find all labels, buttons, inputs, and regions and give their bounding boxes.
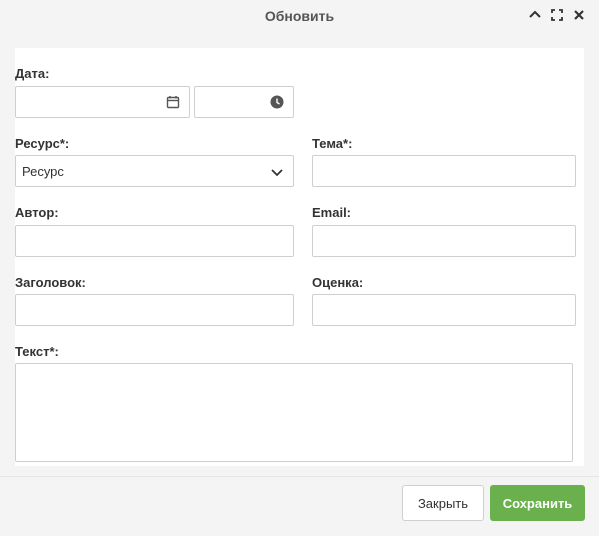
date-label: Дата: xyxy=(15,66,50,81)
resource-select[interactable]: Ресурс xyxy=(15,155,294,187)
update-dialog: Обновить Дата: Ресурс*: Ресурс Тема*: Ав… xyxy=(0,0,599,536)
email-label: Email: xyxy=(312,205,352,220)
author-label: Автор: xyxy=(15,205,59,220)
calendar-icon[interactable] xyxy=(165,94,181,110)
text-label: Текст*: xyxy=(15,344,59,359)
chevron-up-icon[interactable] xyxy=(527,7,543,23)
save-button[interactable]: Сохранить xyxy=(490,485,585,521)
email-input[interactable] xyxy=(312,225,576,257)
dialog-body: Дата: Ресурс*: Ресурс Тема*: Автор: Emai… xyxy=(15,48,584,466)
rating-label: Оценка: xyxy=(312,275,364,290)
date-input[interactable] xyxy=(15,86,190,118)
rating-input[interactable] xyxy=(312,294,576,326)
author-input[interactable] xyxy=(15,225,294,257)
close-button[interactable]: Закрыть xyxy=(402,485,484,521)
titlebar-controls xyxy=(527,7,587,23)
dialog-titlebar[interactable]: Обновить xyxy=(0,0,599,33)
dialog-title: Обновить xyxy=(264,8,335,24)
text-area[interactable] xyxy=(15,363,573,462)
dialog-footer: Закрыть Сохранить xyxy=(0,476,599,536)
time-input[interactable] xyxy=(194,86,294,118)
maximize-icon[interactable] xyxy=(549,7,565,23)
heading-label: Заголовок: xyxy=(15,275,86,290)
resource-select-value: Ресурс xyxy=(22,164,64,179)
topic-label: Тема*: xyxy=(312,136,353,151)
close-icon[interactable] xyxy=(571,7,587,23)
heading-input[interactable] xyxy=(15,294,294,326)
resource-label: Ресурс*: xyxy=(15,136,70,151)
chevron-down-icon xyxy=(269,164,285,180)
clock-icon[interactable] xyxy=(269,94,285,110)
topic-input[interactable] xyxy=(312,155,576,187)
